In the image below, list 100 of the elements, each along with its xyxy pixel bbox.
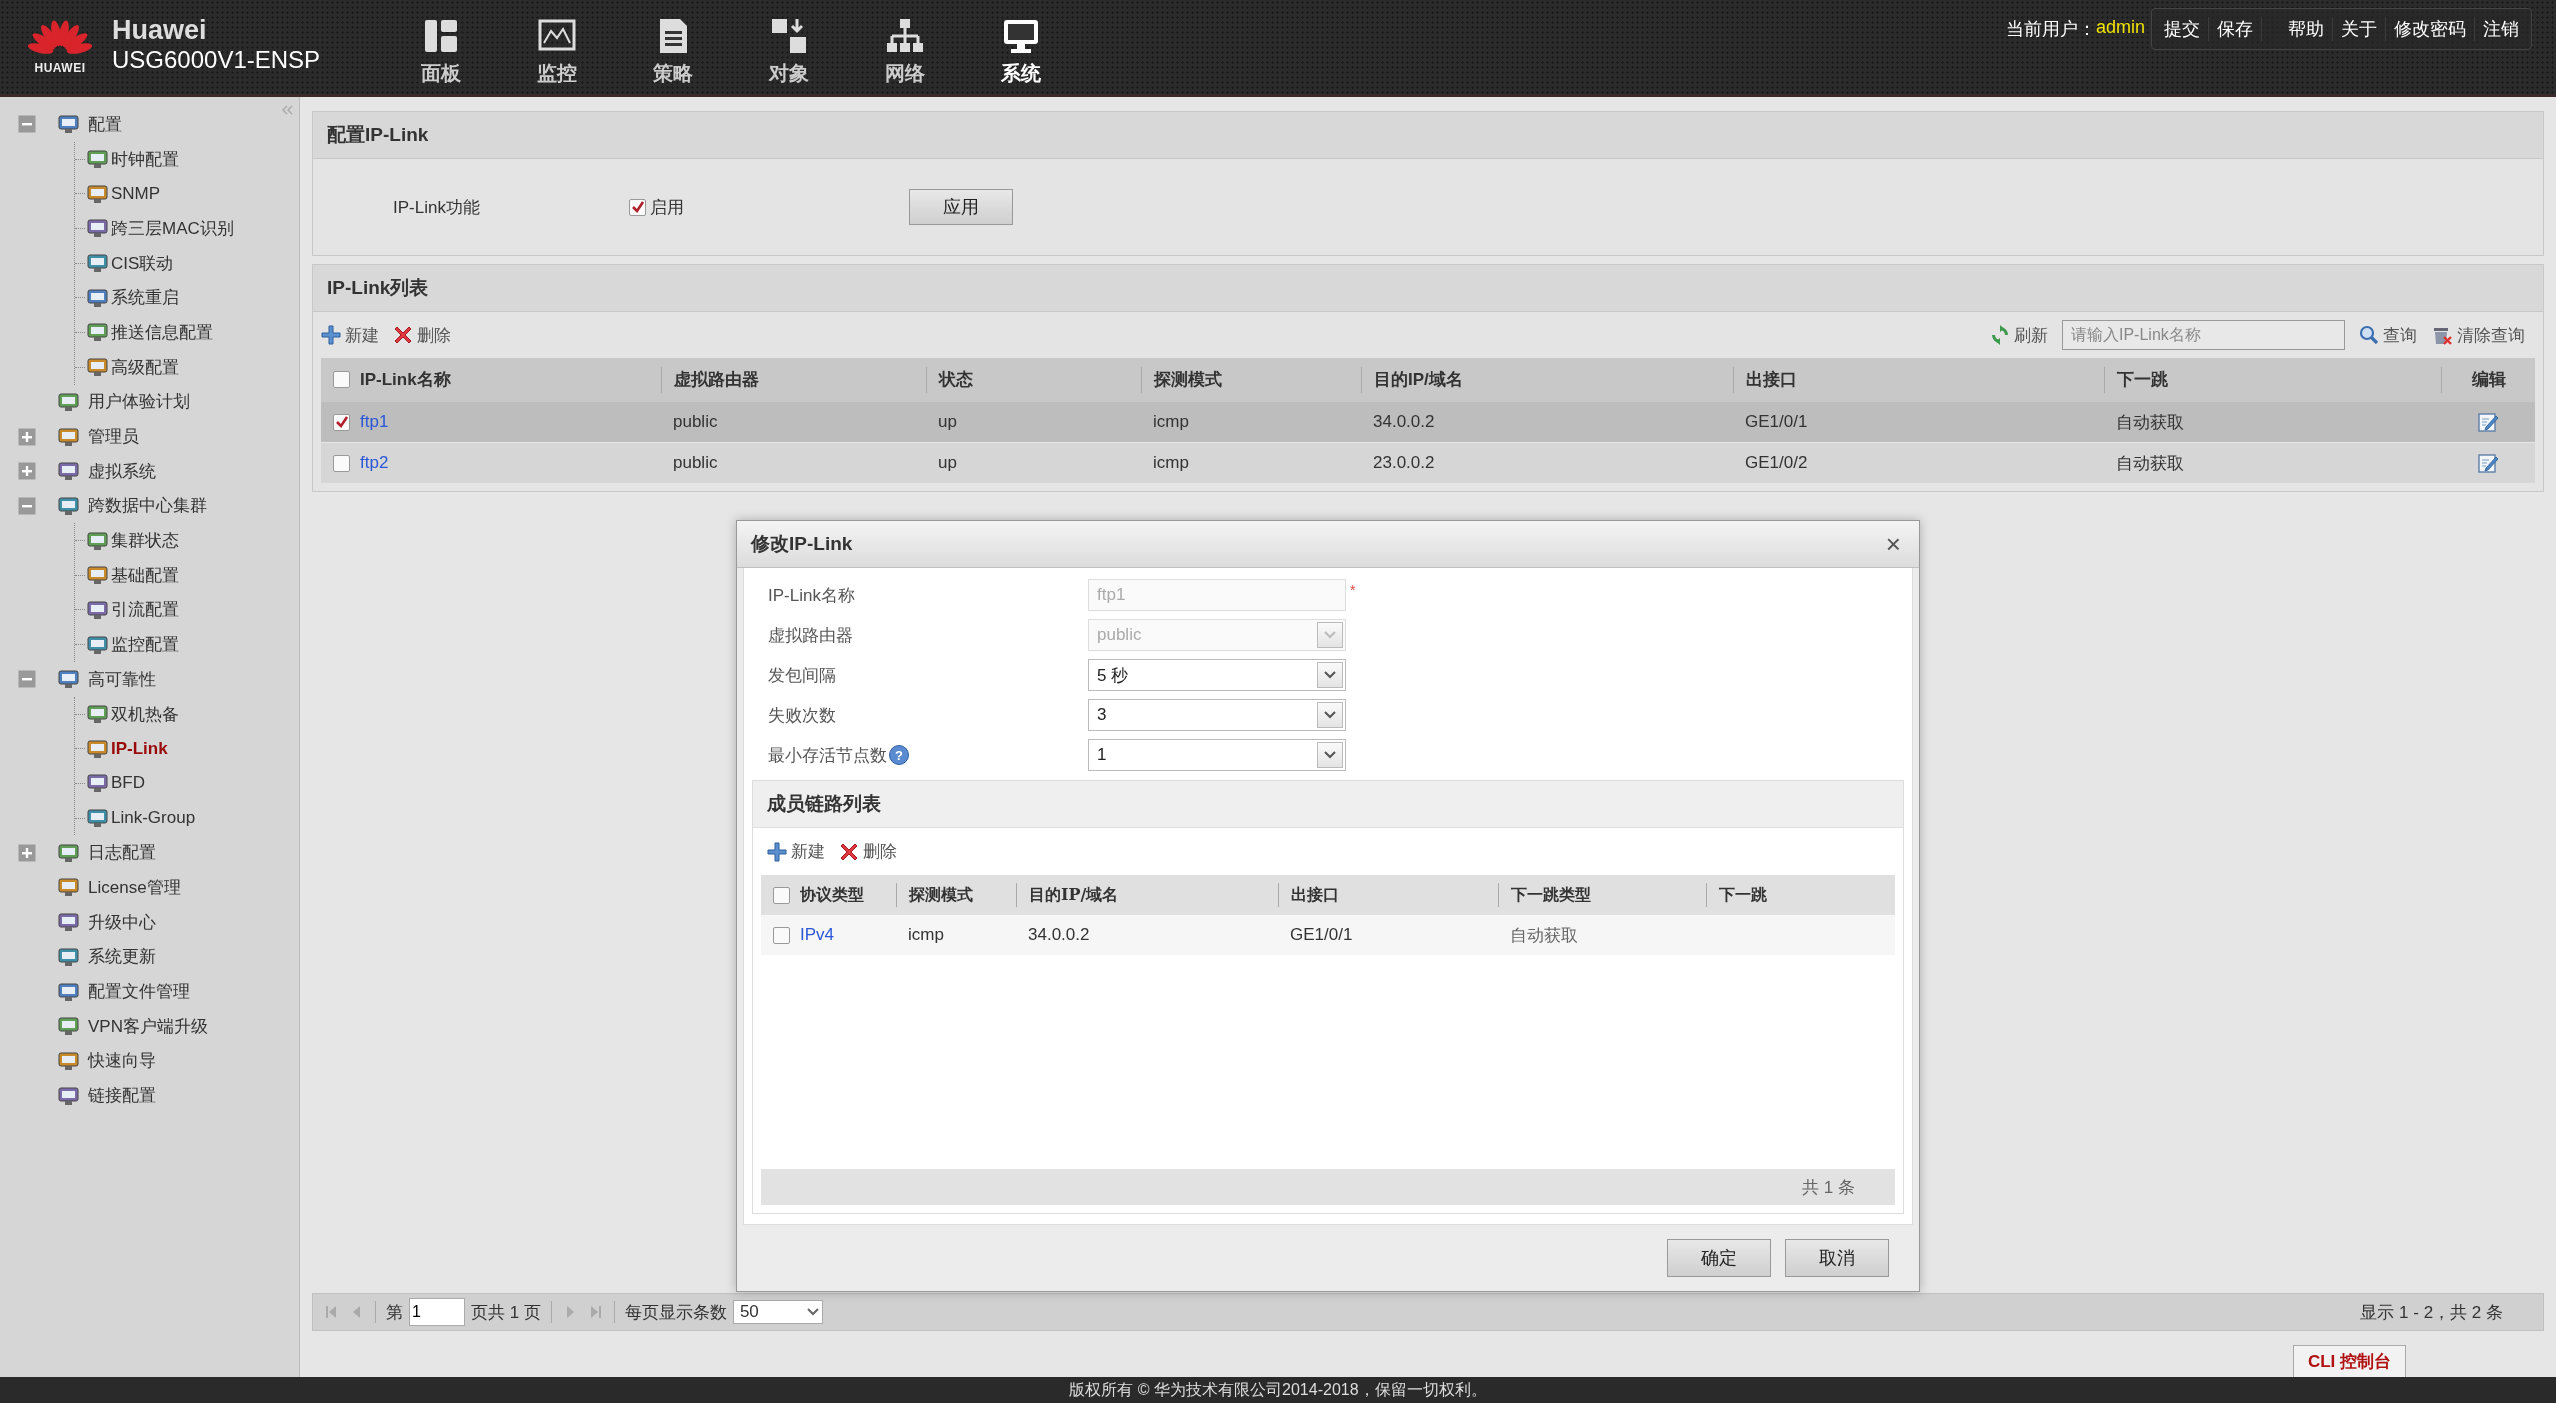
checkbox[interactable] <box>773 926 790 944</box>
tree-item[interactable]: 引流配置 <box>111 598 179 622</box>
trash-icon[interactable] <box>2431 325 2453 345</box>
pager-text: 页共 1 页 <box>471 1301 541 1324</box>
toolbar-link[interactable]: 清除查询 <box>2457 323 2525 347</box>
nav-tab[interactable]: 网络 <box>847 0 963 94</box>
collapse-icon[interactable] <box>18 496 36 515</box>
tree-item[interactable]: IP-Link <box>111 738 168 759</box>
expand-icon[interactable] <box>18 462 36 481</box>
nav-tab[interactable]: 面板 <box>383 0 499 94</box>
tree-item[interactable]: BFD <box>111 773 145 794</box>
dropdown[interactable]: 3 <box>1088 699 1346 731</box>
header-link[interactable]: 修改密码 <box>2386 17 2475 41</box>
tree-item[interactable]: 跨数据中心集群 <box>88 494 207 518</box>
search-field[interactable]: 请输入IP-Link名称 <box>2062 320 2345 350</box>
protocol-link[interactable]: IPv4 <box>800 925 835 945</box>
nav-tab[interactable]: 系统 <box>963 0 1079 94</box>
apply-button[interactable]: 应用 <box>909 189 1013 225</box>
table-cell: 34.0.0.2 <box>1028 925 1090 945</box>
tree-item[interactable]: 系统更新 <box>88 945 156 969</box>
computer-icon <box>58 461 80 482</box>
checkbox[interactable] <box>333 413 350 431</box>
table-cell: up <box>938 412 957 432</box>
page-size-dropdown[interactable]: 50 <box>732 1300 823 1324</box>
header-link[interactable]: 注销 <box>2475 17 2527 41</box>
header-link[interactable]: 保存 <box>2209 17 2262 41</box>
dropdown[interactable]: 5 秒 <box>1088 659 1346 691</box>
table-cell: 23.0.0.2 <box>1373 453 1435 473</box>
plus-icon[interactable] <box>321 325 341 345</box>
tree-item[interactable]: 推送信息配置 <box>111 320 213 344</box>
tree-item[interactable]: 升级中心 <box>88 910 156 934</box>
tree-item[interactable]: License管理 <box>88 875 181 899</box>
column-header: 探测模式 <box>1154 369 1222 392</box>
cancel-button[interactable]: 取消 <box>1785 1239 1889 1277</box>
tree-item[interactable]: 配置文件管理 <box>88 980 190 1004</box>
tree-item[interactable]: 跨三层MAC识别 <box>111 216 234 240</box>
checkbox[interactable] <box>773 886 790 904</box>
help-icon[interactable]: ? <box>889 745 909 765</box>
page-number-field[interactable]: 1 <box>409 1298 465 1326</box>
checkbox[interactable] <box>333 454 350 472</box>
tree-item[interactable]: 管理员 <box>88 425 139 449</box>
expand-icon[interactable] <box>18 843 36 862</box>
x-mark-icon[interactable] <box>393 325 413 345</box>
tree-item[interactable]: 链接配置 <box>88 1084 156 1108</box>
tree-item[interactable]: 系统重启 <box>111 286 179 310</box>
tree-item[interactable]: 配置 <box>88 112 122 136</box>
plus-icon[interactable] <box>767 841 787 862</box>
edit-icon[interactable] <box>2477 452 2499 474</box>
toolbar-link[interactable]: 刷新 <box>2014 323 2048 347</box>
tree-item[interactable]: 快速向导 <box>88 1049 156 1073</box>
collapse-icon[interactable] <box>18 670 36 689</box>
dropdown[interactable]: 1 <box>1088 739 1346 771</box>
tree-item[interactable]: 集群状态 <box>111 529 179 553</box>
computer-icon <box>58 1050 80 1071</box>
header-link[interactable]: 提交 <box>2156 17 2209 41</box>
toolbar-link[interactable]: 删除 <box>863 840 897 863</box>
header-link[interactable]: 关于 <box>2333 17 2386 41</box>
collapse-sidebar-icon[interactable] <box>281 105 293 115</box>
tree-item[interactable]: VPN客户端升级 <box>88 1014 208 1038</box>
refresh-icon[interactable] <box>1990 325 2010 345</box>
ok-button[interactable]: 确定 <box>1667 1239 1771 1277</box>
tree-item[interactable]: 高可靠性 <box>88 667 156 691</box>
toolbar-link[interactable]: 删除 <box>417 323 451 347</box>
toolbar-link[interactable]: 查询 <box>2383 323 2417 347</box>
tree-item[interactable]: 虚拟系统 <box>88 459 156 483</box>
search-icon[interactable] <box>2359 325 2379 345</box>
checkbox[interactable] <box>629 198 646 216</box>
tree-item[interactable]: CIS联动 <box>111 251 174 275</box>
column-header: 目的IP/域名 <box>1029 884 1119 906</box>
collapse-icon[interactable] <box>18 115 36 134</box>
tree-item[interactable]: 监控配置 <box>111 633 179 657</box>
computer-icon <box>58 981 80 1002</box>
tree-item[interactable]: 日志配置 <box>88 841 156 865</box>
close-button[interactable]: × <box>1881 528 1905 560</box>
nav-tab[interactable]: 策略 <box>615 0 731 94</box>
tree-item[interactable]: SNMP <box>111 183 161 204</box>
tree-item[interactable]: 基础配置 <box>111 563 179 587</box>
column-header: 编辑 <box>2471 369 2506 392</box>
tree-item[interactable]: 时钟配置 <box>111 147 179 171</box>
table-row[interactable]: ftp2 public up icmp 23.0.0.2 GE1/0/2 自动获取 <box>321 442 2535 483</box>
table-cell: up <box>938 453 957 473</box>
expand-icon[interactable] <box>18 427 36 446</box>
computer-icon <box>87 287 109 308</box>
column-header: 下一跳 <box>2117 369 2168 392</box>
tree-item[interactable]: 双机热备 <box>111 702 179 726</box>
table-row[interactable]: ftp1 public up icmp 34.0.0.2 GE1/0/1 自动获取 <box>321 402 2535 442</box>
computer-icon <box>58 669 80 690</box>
checkbox[interactable] <box>333 371 350 389</box>
toolbar-link[interactable]: 新建 <box>345 323 379 347</box>
name-link[interactable]: ftp2 <box>360 453 389 473</box>
edit-icon[interactable] <box>2477 411 2499 433</box>
tree-item[interactable]: 高级配置 <box>111 355 179 379</box>
tree-item[interactable]: 用户体验计划 <box>88 390 190 414</box>
toolbar-link[interactable]: 新建 <box>791 840 825 863</box>
x-mark-icon[interactable] <box>839 841 859 862</box>
header-link[interactable]: 帮助 <box>2280 17 2333 41</box>
tree-item[interactable]: Link-Group <box>111 808 196 829</box>
nav-tab[interactable]: 监控 <box>499 0 615 94</box>
nav-tab[interactable]: 对象 <box>731 0 847 94</box>
cli-console-tab[interactable]: CLI 控制台 <box>2292 1345 2406 1377</box>
